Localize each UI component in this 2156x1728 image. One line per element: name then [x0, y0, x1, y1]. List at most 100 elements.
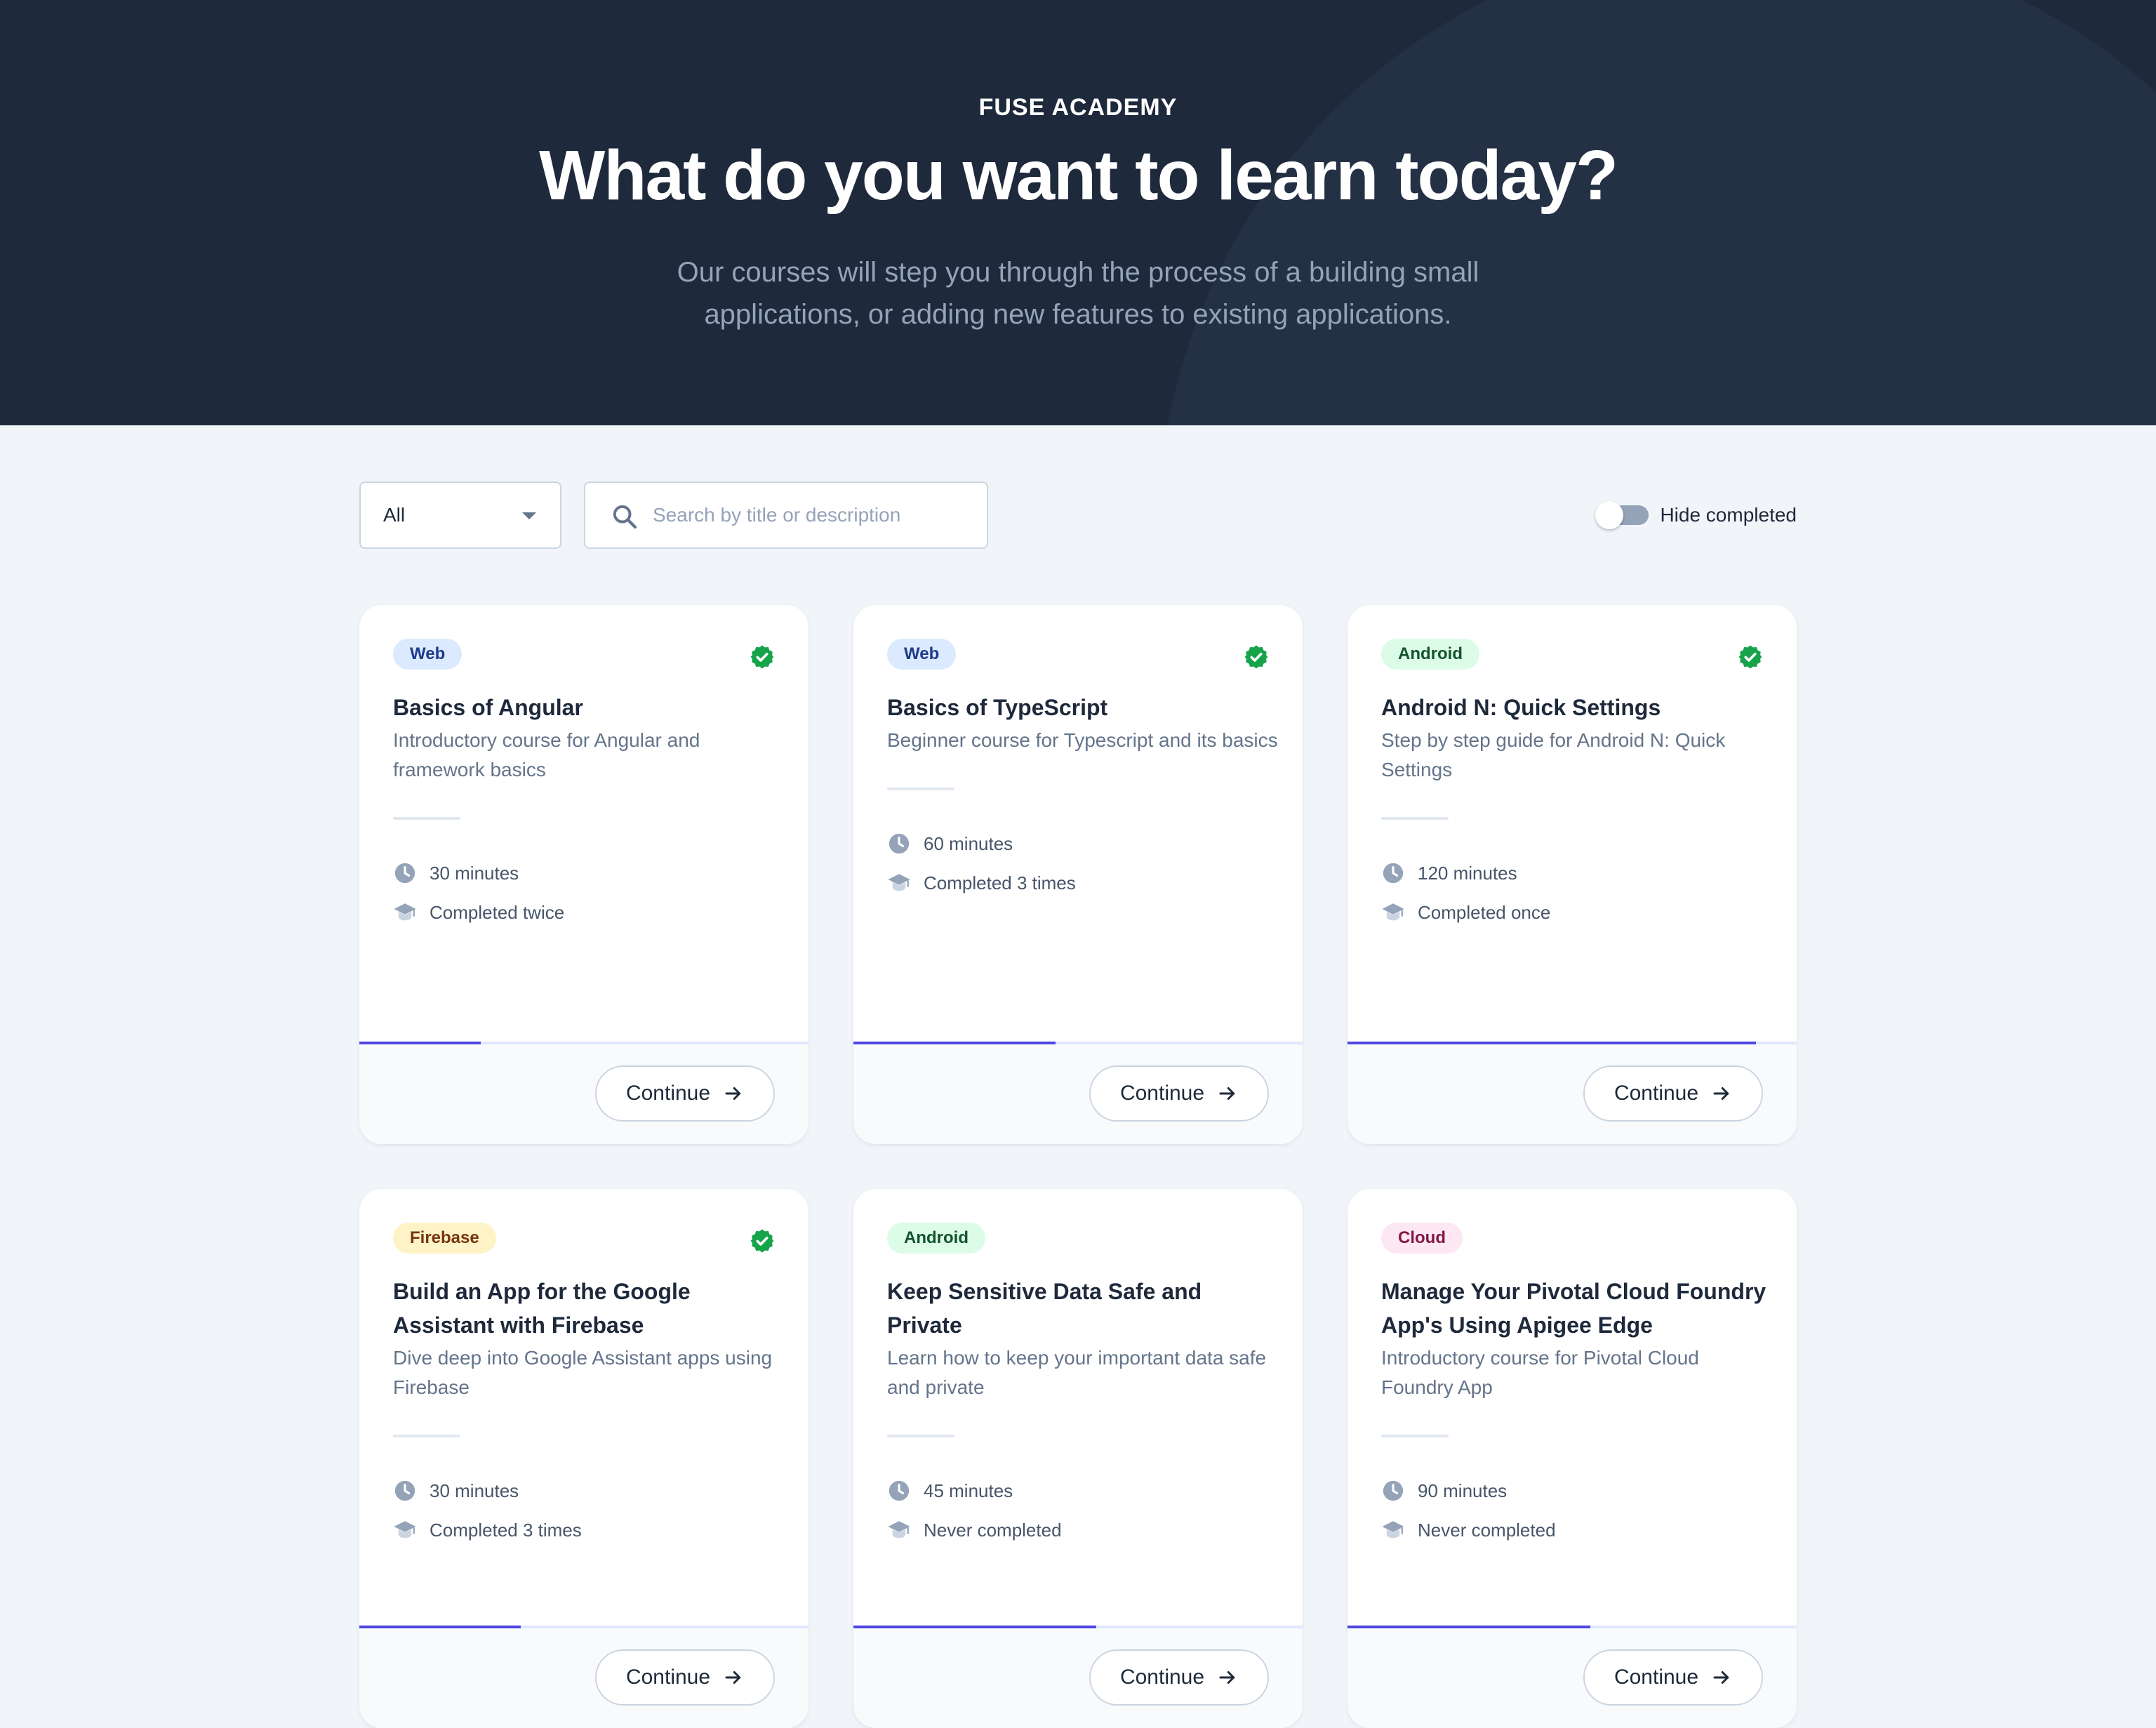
continue-label: Continue: [1119, 1666, 1205, 1689]
course-card: Android Keep Sensitive Data Safe and Pri…: [853, 1189, 1303, 1728]
course-description: Dive deep into Google Assistant apps usi…: [393, 1347, 773, 1398]
course-title: Manage Your Pivotal Cloud Foundry App's …: [1381, 1279, 1766, 1338]
course-description: Introductory course for Angular and fram…: [393, 729, 700, 780]
course-card-footer: Continue: [853, 1626, 1303, 1728]
clock-icon: [889, 833, 910, 854]
category-badge: Web: [393, 639, 463, 670]
course-card-footer: Continue: [1348, 1042, 1797, 1144]
continue-button[interactable]: Continue: [1089, 1649, 1269, 1706]
category-select-value: All: [383, 504, 406, 526]
course-meta: 60 minutes Completed 3 times: [887, 824, 1280, 903]
hide-completed-label[interactable]: Hide completed: [1660, 504, 1797, 526]
completed-row: Completed twice: [393, 893, 786, 932]
course-description: Learn how to keep your important data sa…: [887, 1347, 1267, 1398]
continue-button[interactable]: Continue: [1583, 1065, 1763, 1122]
hide-completed-toggle[interactable]: [1595, 500, 1649, 531]
progress-bar: [853, 1042, 1303, 1044]
clock-icon: [1383, 863, 1404, 884]
course-duration: 30 minutes: [430, 862, 519, 884]
completed-row: Completed once: [1381, 893, 1774, 932]
continue-label: Continue: [1613, 1666, 1699, 1689]
graduation-cap-icon: [888, 1521, 910, 1538]
graduation-cap-icon: [1382, 1521, 1404, 1538]
course-card-body: Android Android N: Quick Settings Step b…: [1381, 639, 1774, 932]
category-badge: Android: [887, 1223, 985, 1254]
progress-fill: [853, 1042, 1056, 1044]
arrow-right-icon: [1713, 1671, 1729, 1684]
completed-row: Never completed: [887, 1510, 1280, 1550]
course-title: Basics of Angular: [393, 695, 583, 720]
course-card: Firebase Build an App for the Google Ass…: [359, 1189, 808, 1728]
continue-label: Continue: [625, 1082, 711, 1105]
course-card-body: Cloud Manage Your Pivotal Cloud Foundry …: [1381, 1223, 1774, 1550]
hero-subtitle: Our courses will step you through the pr…: [677, 257, 1479, 330]
filter-toolbar: All Hide completed: [359, 481, 1797, 549]
progress-fill: [359, 1042, 481, 1044]
course-meta: 30 minutes Completed 3 times: [393, 1471, 786, 1550]
completed-row: Completed 3 times: [393, 1510, 786, 1550]
clock-icon: [394, 1480, 415, 1501]
hide-completed-control: Hide completed: [1595, 481, 1797, 549]
completed-row: Completed 3 times: [887, 863, 1280, 903]
category-select[interactable]: All: [359, 481, 561, 549]
duration-row: 45 minutes: [887, 1471, 1280, 1510]
course-card-footer: Continue: [853, 1042, 1303, 1144]
arrow-right-icon: [725, 1671, 741, 1684]
duration-row: 60 minutes: [887, 824, 1280, 863]
course-title: Android N: Quick Settings: [1381, 695, 1661, 720]
course-card: Android Android N: Quick Settings Step b…: [1348, 605, 1797, 1144]
course-card: Cloud Manage Your Pivotal Cloud Foundry …: [1348, 1189, 1797, 1728]
continue-button[interactable]: Continue: [1583, 1649, 1763, 1706]
check-circle-icon: [750, 645, 774, 669]
arrow-right-icon: [1713, 1087, 1729, 1100]
course-description: Beginner course for Typescript and its b…: [887, 729, 1278, 751]
check-circle-icon: [1738, 645, 1762, 669]
course-card-body: Android Keep Sensitive Data Safe and Pri…: [887, 1223, 1280, 1550]
continue-button[interactable]: Continue: [595, 1065, 775, 1122]
course-description: Step by step guide for Android N: Quick …: [1381, 729, 1726, 780]
continue-label: Continue: [625, 1666, 711, 1689]
course-meta: 120 minutes Completed once: [1381, 853, 1774, 932]
course-card: Web Basics of TypeScript Beginner course…: [853, 605, 1303, 1144]
hero-eyebrow: FUSE ACADEMY: [978, 94, 1178, 121]
graduation-cap-icon: [888, 874, 910, 891]
completion-count: Completed twice: [430, 901, 565, 923]
continue-label: Continue: [1119, 1082, 1205, 1105]
graduation-cap-icon: [394, 903, 416, 921]
progress-bar: [1348, 1042, 1797, 1044]
clock-icon: [889, 1480, 910, 1501]
search-icon: [613, 505, 637, 529]
course-card-footer: Continue: [359, 1626, 808, 1728]
duration-row: 30 minutes: [393, 853, 786, 893]
course-card-body: Web Basics of Angular Introductory cours…: [393, 639, 786, 932]
progress-fill: [1348, 1042, 1757, 1044]
continue-button[interactable]: Continue: [1089, 1065, 1269, 1122]
course-card-body: Firebase Build an App for the Google Ass…: [393, 1223, 786, 1550]
chevron-down-icon: [522, 512, 536, 519]
course-duration: 30 minutes: [430, 1480, 519, 1501]
completion-count: Completed once: [1418, 901, 1551, 923]
continue-button[interactable]: Continue: [595, 1649, 775, 1706]
course-card-body: Web Basics of TypeScript Beginner course…: [887, 639, 1280, 903]
course-duration: 90 minutes: [1418, 1480, 1508, 1501]
check-circle-icon: [750, 1229, 774, 1253]
divider: [393, 1435, 460, 1437]
search-input[interactable]: [653, 497, 969, 533]
progress-fill: [853, 1626, 1096, 1628]
progress-fill: [359, 1626, 521, 1628]
graduation-cap-icon: [394, 1521, 416, 1538]
divider: [1381, 1435, 1449, 1437]
category-badge: Firebase: [393, 1223, 496, 1254]
progress-bar: [359, 1042, 808, 1044]
hero-banner: FUSE ACADEMY What do you want to learn t…: [0, 0, 2156, 425]
completion-count: Never completed: [1418, 1519, 1556, 1541]
arrow-right-icon: [725, 1087, 741, 1100]
course-meta: 30 minutes Completed twice: [393, 853, 786, 932]
clock-icon: [1383, 1480, 1404, 1501]
completion-count: Completed 3 times: [924, 872, 1076, 893]
progress-bar: [359, 1626, 808, 1628]
completion-count: Never completed: [924, 1519, 1062, 1541]
completed-row: Never completed: [1381, 1510, 1774, 1550]
progress-bar: [853, 1626, 1303, 1628]
category-badge: Android: [1381, 639, 1479, 670]
